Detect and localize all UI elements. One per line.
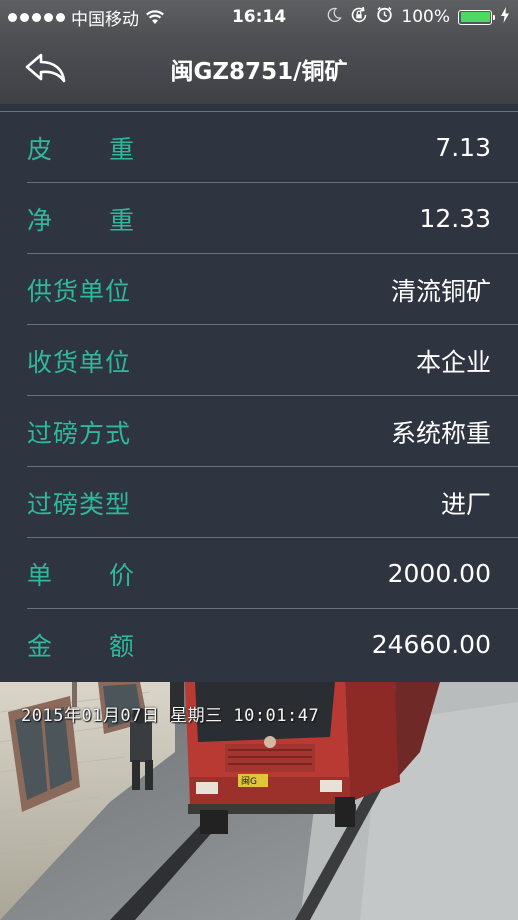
row-label: 供货单位: [27, 276, 132, 306]
row-value: 进厂: [440, 489, 491, 519]
row-label: 过磅类型: [27, 489, 132, 519]
status-right: 100%: [326, 0, 510, 34]
row-value: 7.13: [435, 133, 491, 162]
row-value: 12.33: [419, 204, 491, 233]
row-label: 收货单位: [27, 347, 132, 377]
wifi-icon: [145, 9, 165, 25]
page-title: 闽GZ8751/铜矿: [170, 59, 348, 85]
battery-icon: [458, 9, 495, 25]
row-net-weight: 净 重 12.33: [0, 183, 518, 254]
row-weighing-method: 过磅方式 系统称重: [0, 396, 518, 467]
nav-bar: 闽GZ8751/铜矿: [0, 34, 518, 105]
row-label: 金 额: [27, 609, 134, 680]
row-value: 24660.00: [371, 630, 491, 659]
camera-snapshot[interactable]: 闽G 2015年01月07日 星期三 10:01:47: [0, 682, 518, 920]
camera-timestamp: 2015年01月07日 星期三 10:01:47: [21, 706, 320, 726]
row-label-char: 净: [27, 205, 54, 235]
status-bar: 中国移动 16:14 100%: [0, 0, 518, 34]
row-label-char: 单: [27, 560, 54, 590]
row-label-char: 额: [109, 631, 136, 661]
status-left: 中国移动: [8, 0, 165, 34]
carrier-name: 中国移动: [71, 9, 139, 30]
moon-icon: [326, 7, 343, 28]
row-supplier: 供货单位 清流铜矿: [0, 254, 518, 325]
license-plate-text: 闽G: [241, 775, 257, 787]
back-arrow-icon: [25, 53, 66, 83]
row-label: 皮 重: [27, 112, 134, 183]
row-value: 清流铜矿: [390, 276, 491, 306]
battery-fill: [460, 12, 490, 22]
row-label-char: 金: [27, 631, 54, 661]
row-amount: 金 额 24660.00: [0, 609, 518, 680]
battery-percent: 100%: [401, 7, 450, 27]
weighing-detail-list: 皮 重 7.13 净 重 12.33 供货单位 清流铜矿 收货单位 本企业 过磅…: [0, 104, 518, 682]
row-label: 过磅方式: [27, 418, 132, 448]
row-label-char: 皮: [27, 134, 54, 164]
signal-strength-icon: [8, 12, 65, 22]
row-value: 系统称重: [390, 418, 491, 448]
rotation-lock-icon: [350, 6, 368, 29]
row-label-char: 重: [109, 134, 136, 164]
row-label: 净 重: [27, 183, 134, 254]
row-label-char: 价: [109, 560, 136, 590]
row-unit-price: 单 价 2000.00: [0, 538, 518, 609]
row-weighing-type: 过磅类型 进厂: [0, 467, 518, 538]
alarm-icon: [376, 6, 393, 28]
row-value: 本企业: [415, 347, 491, 377]
back-button[interactable]: [20, 48, 72, 88]
row-label-char: 重: [109, 205, 136, 235]
row-tare-weight: 皮 重 7.13: [0, 112, 518, 183]
phone-screen: 中国移动 16:14 100% 闽GZ8751/铜矿 皮 重 7.13 净 重 …: [0, 0, 518, 920]
charging-icon: [500, 6, 510, 28]
row-label: 单 价: [27, 538, 134, 609]
row-value: 2000.00: [387, 559, 491, 588]
row-receiver: 收货单位 本企业: [0, 325, 518, 396]
